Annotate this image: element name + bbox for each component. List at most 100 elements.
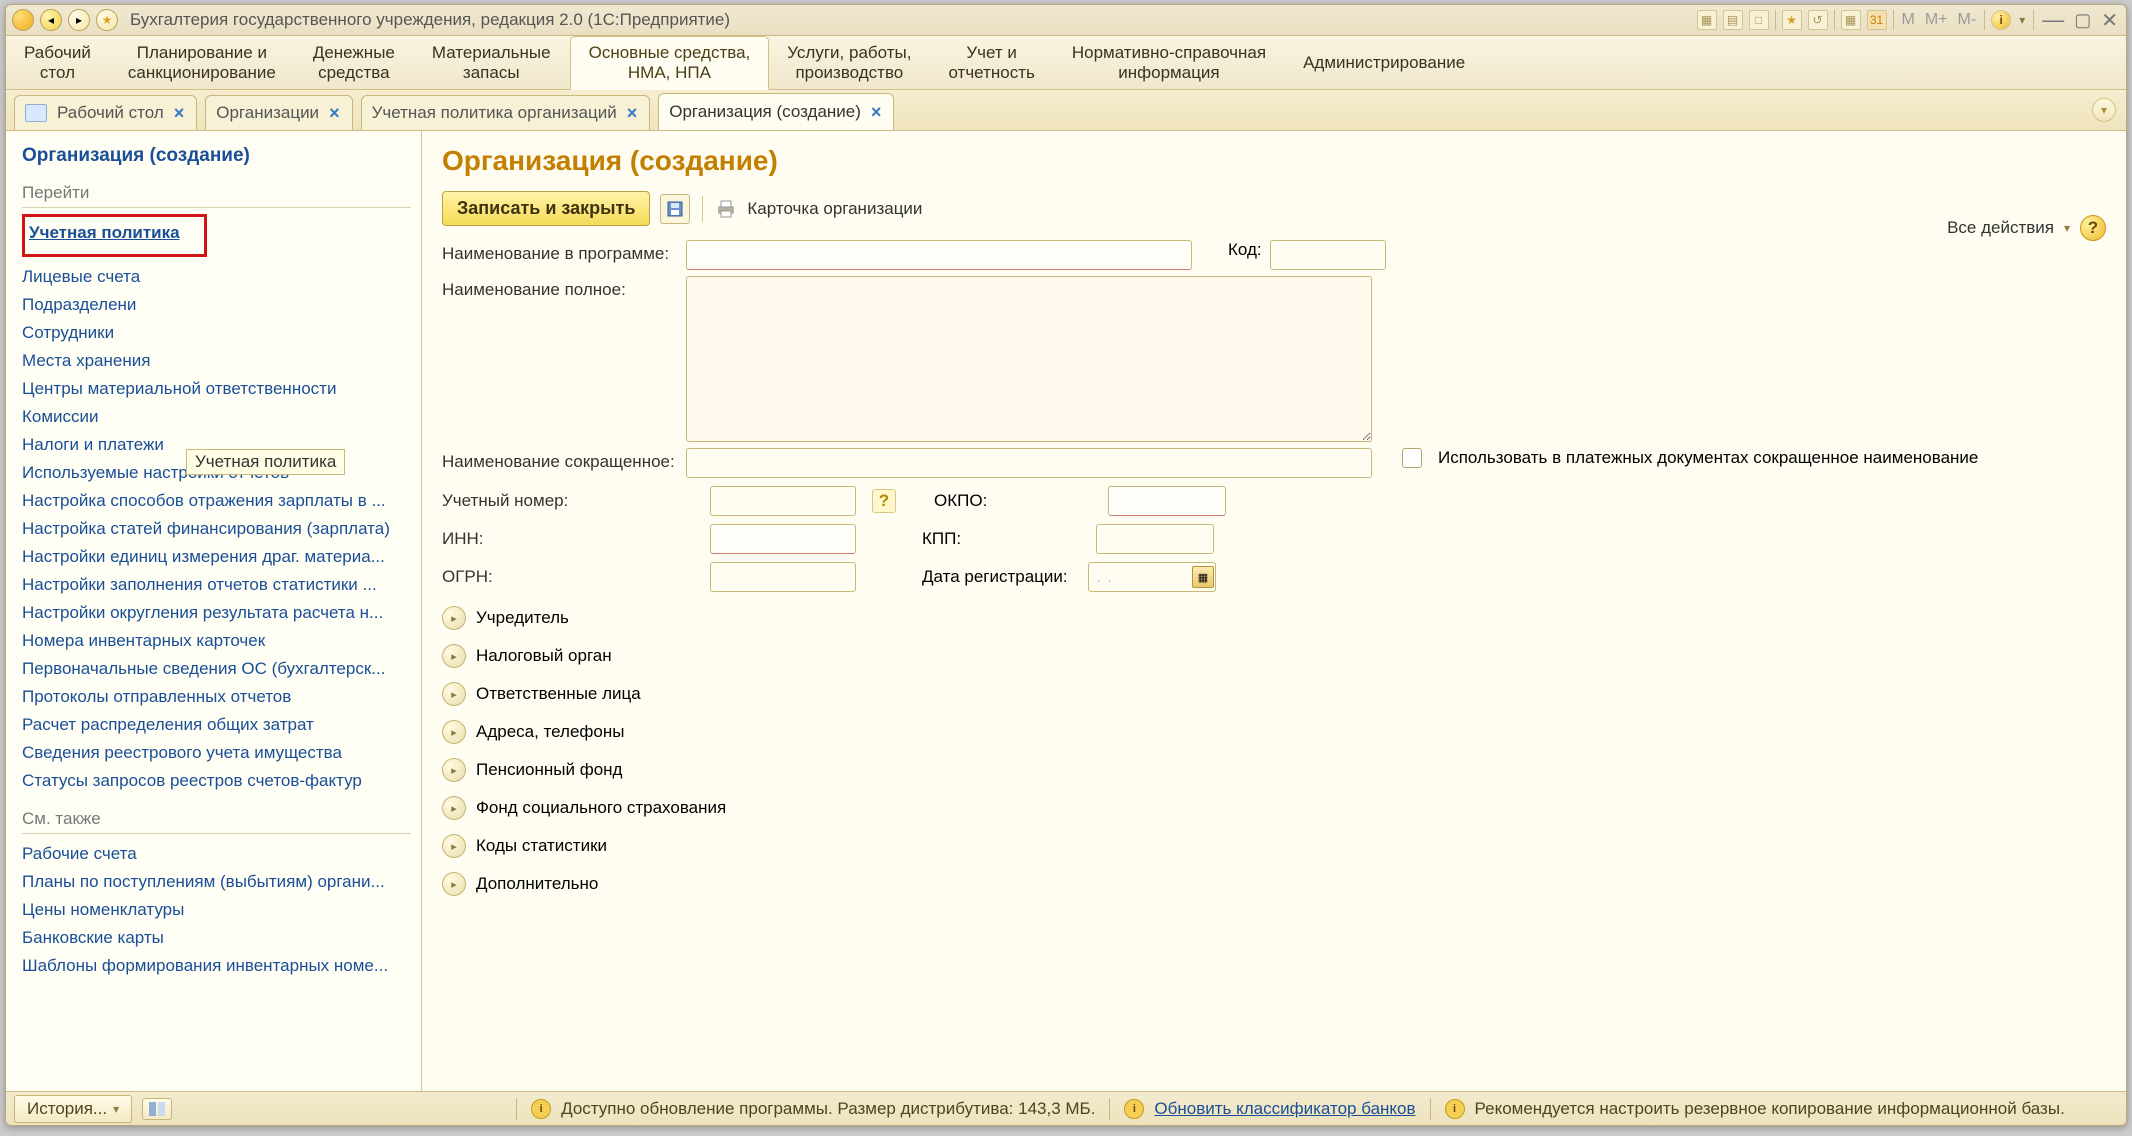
calendar-icon[interactable]: 31 (1867, 10, 1887, 30)
expander-row[interactable]: ▸ Пенсионный фонд (442, 758, 2106, 782)
memory-m-button[interactable]: M (1900, 11, 1917, 29)
info-dropdown-icon[interactable]: ▾ (2017, 13, 2027, 27)
nav-link[interactable]: Комиссии (22, 403, 411, 431)
input-name-short[interactable] (686, 448, 1372, 478)
nav-link[interactable]: Рабочие счета (22, 840, 411, 868)
tab[interactable]: Организация (создание)× (658, 93, 894, 130)
expand-icon[interactable]: ▸ (442, 644, 466, 668)
nav-link[interactable]: Настройки округления результата расчета … (22, 599, 411, 627)
nav-link[interactable]: Сведения реестрового учета имущества (22, 739, 411, 767)
close-tab-icon[interactable]: × (871, 105, 882, 119)
nav-link[interactable]: Первоначальные сведения ОС (бухгалтерск.… (22, 655, 411, 683)
input-account-no[interactable] (710, 486, 856, 516)
section-item[interactable]: Услуги, работы,производство (769, 36, 930, 89)
nav-link[interactable]: Настройки заполнения отчетов статистики … (22, 571, 411, 599)
titlebar-tool-3-icon[interactable]: □ (1749, 10, 1769, 30)
titlebar-tool-2-icon[interactable]: ▤ (1723, 10, 1743, 30)
tabs-more-icon[interactable]: ▾ (2092, 98, 2116, 122)
calculator-icon[interactable]: ▦ (1841, 10, 1861, 30)
history-button[interactable]: История... ▾ (14, 1095, 132, 1123)
nav-link[interactable]: Протоколы отправленных отчетов (22, 683, 411, 711)
help-small-icon[interactable]: ? (872, 489, 896, 513)
nav-link[interactable]: Номера инвентарных карточек (22, 627, 411, 655)
status-bank-link[interactable]: Обновить классификатор банков (1154, 1099, 1415, 1119)
panels-button[interactable] (142, 1098, 172, 1120)
nav-link[interactable]: Шаблоны формирования инвентарных номе... (22, 952, 411, 980)
info-icon[interactable]: i (1991, 10, 2011, 30)
save-and-close-button[interactable]: Записать и закрыть (442, 191, 650, 226)
expander-row[interactable]: ▸ Фонд социального страхования (442, 796, 2106, 820)
section-item[interactable]: Нормативно-справочнаяинформация (1054, 36, 1285, 89)
expand-icon[interactable]: ▸ (442, 796, 466, 820)
close-tab-icon[interactable]: × (174, 106, 185, 120)
tab[interactable]: Учетная политика организаций× (361, 95, 651, 130)
separator (1109, 1098, 1110, 1120)
help-icon[interactable]: ? (2080, 215, 2106, 241)
print-icon[interactable] (715, 195, 737, 223)
close-window-icon[interactable]: ✕ (2099, 8, 2120, 33)
nav-link[interactable]: Лицевые счета (22, 263, 411, 291)
calendar-picker-icon[interactable]: ▦ (1192, 566, 1214, 588)
section-item[interactable]: Учет иотчетность (930, 36, 1053, 89)
section-item[interactable]: Планирование исанкционирование (110, 36, 295, 89)
expander-row[interactable]: ▸ Ответственные лица (442, 682, 2106, 706)
expand-icon[interactable]: ▸ (442, 758, 466, 782)
tab[interactable]: Организации× (205, 95, 352, 130)
nav-link[interactable]: Места хранения (22, 347, 411, 375)
expander-row[interactable]: ▸ Адреса, телефоны (442, 720, 2106, 744)
section-line2: средства (313, 63, 395, 83)
expand-icon[interactable]: ▸ (442, 720, 466, 744)
textarea-name-full[interactable] (686, 276, 1372, 442)
titlebar-left-icon[interactable]: ◂ (40, 9, 62, 31)
nav-link[interactable]: Планы по поступлениям (выбытиям) органи.… (22, 868, 411, 896)
nav-link[interactable]: Настройка статей финансирования (зарплат… (22, 515, 411, 543)
expand-icon[interactable]: ▸ (442, 872, 466, 896)
input-ogrn[interactable] (710, 562, 856, 592)
expand-icon[interactable]: ▸ (442, 834, 466, 858)
memory-mminus-button[interactable]: M- (1956, 11, 1979, 29)
input-code[interactable] (1270, 240, 1386, 270)
nav-link[interactable]: Расчет распределения общих затрат (22, 711, 411, 739)
history-icon[interactable]: ↺ (1808, 10, 1828, 30)
section-item[interactable]: Материальныезапасы (414, 36, 570, 89)
nav-link[interactable]: Сотрудники (22, 319, 411, 347)
minimize-icon[interactable]: — (2040, 7, 2066, 33)
titlebar-right-icon[interactable]: ▸ (68, 9, 90, 31)
expand-icon[interactable]: ▸ (442, 606, 466, 630)
favorite-icon[interactable]: ★ (96, 9, 118, 31)
section-item[interactable]: Денежныесредства (295, 36, 414, 89)
close-tab-icon[interactable]: × (329, 106, 340, 120)
memory-mplus-button[interactable]: M+ (1923, 11, 1950, 29)
input-okpo[interactable] (1108, 486, 1226, 516)
nav-link[interactable]: Подразделени (22, 291, 411, 319)
save-icon[interactable] (660, 194, 690, 224)
maximize-icon[interactable]: ▢ (2072, 10, 2093, 31)
app-menu-icon[interactable] (12, 9, 34, 31)
section-item[interactable]: Рабочийстол (6, 36, 110, 89)
nav-link[interactable]: Статусы запросов реестров счетов-фактур (22, 767, 411, 795)
input-inn[interactable] (710, 524, 856, 554)
nav-link[interactable]: Цены номенклатуры (22, 896, 411, 924)
checkbox-use-short[interactable] (1402, 448, 1422, 468)
nav-link[interactable]: Центры материальной ответственности (22, 375, 411, 403)
expander-row[interactable]: ▸ Дополнительно (442, 872, 2106, 896)
expand-icon[interactable]: ▸ (442, 682, 466, 706)
all-actions-menu[interactable]: Все действия ▾ ? (1947, 215, 2106, 241)
star-icon[interactable]: ★ (1782, 10, 1802, 30)
close-tab-icon[interactable]: × (627, 106, 638, 120)
input-name-prog[interactable] (686, 240, 1192, 270)
section-item[interactable]: Основные средства,НМА, НПА (570, 36, 770, 90)
nav-link[interactable]: Настройка способов отражения зарплаты в … (22, 487, 411, 515)
org-card-link[interactable]: Карточка организации (747, 199, 922, 219)
expander-row[interactable]: ▸ Учредитель (442, 606, 2106, 630)
titlebar-tool-1-icon[interactable]: ▦ (1697, 10, 1717, 30)
input-kpp[interactable] (1096, 524, 1214, 554)
expander-label: Коды статистики (476, 836, 607, 856)
section-item[interactable]: Администрирование (1285, 36, 1484, 89)
nav-link-accounting-policy[interactable]: Учетная политика (29, 219, 180, 247)
nav-link[interactable]: Настройки единиц измерения драг. материа… (22, 543, 411, 571)
expander-row[interactable]: ▸ Налоговый орган (442, 644, 2106, 668)
nav-link[interactable]: Банковские карты (22, 924, 411, 952)
tab[interactable]: Рабочий стол× (14, 95, 197, 130)
expander-row[interactable]: ▸ Коды статистики (442, 834, 2106, 858)
